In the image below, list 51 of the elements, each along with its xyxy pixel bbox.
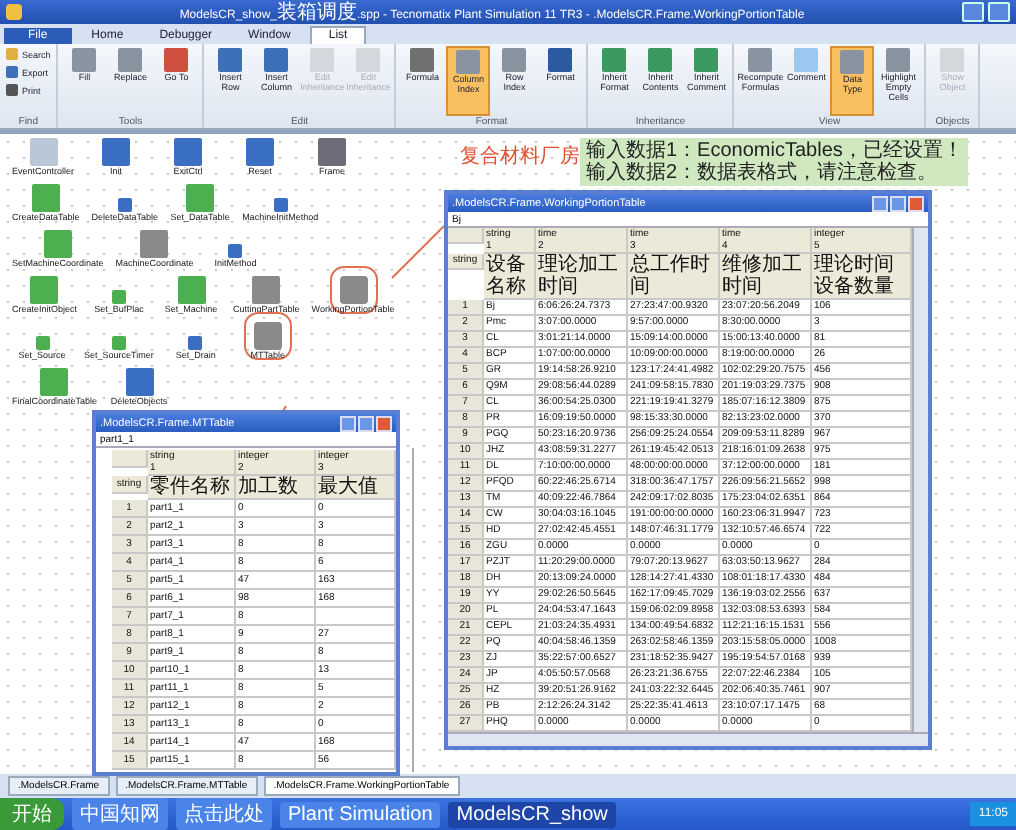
object-icon[interactable] xyxy=(125,368,154,396)
table-cell xyxy=(316,608,396,626)
column-header: 总工作时间 xyxy=(628,254,720,300)
object-icon[interactable] xyxy=(102,138,131,166)
close-button[interactable] xyxy=(376,415,392,431)
column-header: 理论加工时间 xyxy=(536,254,628,300)
taskbar-item[interactable]: Plant Simulation xyxy=(280,801,441,827)
object-icon[interactable] xyxy=(112,290,127,304)
object-icon[interactable] xyxy=(35,336,49,350)
taskbar-item[interactable]: 中国知网 xyxy=(72,798,168,830)
object-icon[interactable] xyxy=(188,336,203,350)
column-header: 最大值 xyxy=(316,476,396,500)
leader-line xyxy=(391,225,445,279)
minimize-button[interactable] xyxy=(872,195,888,211)
table-cell xyxy=(112,450,148,468)
object-icon[interactable] xyxy=(30,276,59,304)
table-cell xyxy=(448,228,484,244)
maximize-button[interactable] xyxy=(358,415,374,431)
object-icon[interactable] xyxy=(228,244,243,258)
object-icon[interactable] xyxy=(253,322,282,350)
column-header: 加工数 xyxy=(236,476,316,500)
maximize-button[interactable] xyxy=(890,195,906,211)
comment-line: 输入数据2：数据表格式，请注意检查。 xyxy=(586,162,940,184)
object-icon[interactable] xyxy=(339,276,368,304)
scrollbar[interactable] xyxy=(448,732,928,746)
object-icon[interactable] xyxy=(186,184,215,212)
object-icon[interactable] xyxy=(40,368,69,396)
object-icon[interactable] xyxy=(31,184,60,212)
scrollbar[interactable] xyxy=(412,448,414,772)
start-button[interactable]: 开始 xyxy=(0,798,64,830)
object-icon[interactable] xyxy=(246,138,275,166)
object-icon[interactable] xyxy=(140,230,169,258)
close-button[interactable] xyxy=(908,195,924,211)
object-icon[interactable] xyxy=(177,276,206,304)
object-icon[interactable] xyxy=(111,336,126,350)
object-icon[interactable] xyxy=(174,138,203,166)
column-header: 设备名称 xyxy=(484,254,536,300)
column-header: 理论时间设备数量 xyxy=(812,254,912,300)
column-header: 零件名称 xyxy=(148,476,236,500)
taskbar-item[interactable]: ModelsCR_show xyxy=(448,801,616,827)
object-icon[interactable] xyxy=(252,276,281,304)
annotation-text: 复合材料厂房 xyxy=(460,143,580,170)
scrollbar[interactable] xyxy=(912,228,928,732)
object-icon[interactable] xyxy=(273,198,288,212)
minimize-button[interactable] xyxy=(340,415,356,431)
taskbar-item[interactable]: 点击此处 xyxy=(176,798,272,830)
object-icon[interactable] xyxy=(43,230,72,258)
comment-line: 输入数据1：EconomicTables，已经设置！ xyxy=(586,140,963,162)
app-icon xyxy=(6,4,22,20)
object-icon[interactable] xyxy=(318,138,347,166)
object-icon[interactable] xyxy=(117,198,132,212)
